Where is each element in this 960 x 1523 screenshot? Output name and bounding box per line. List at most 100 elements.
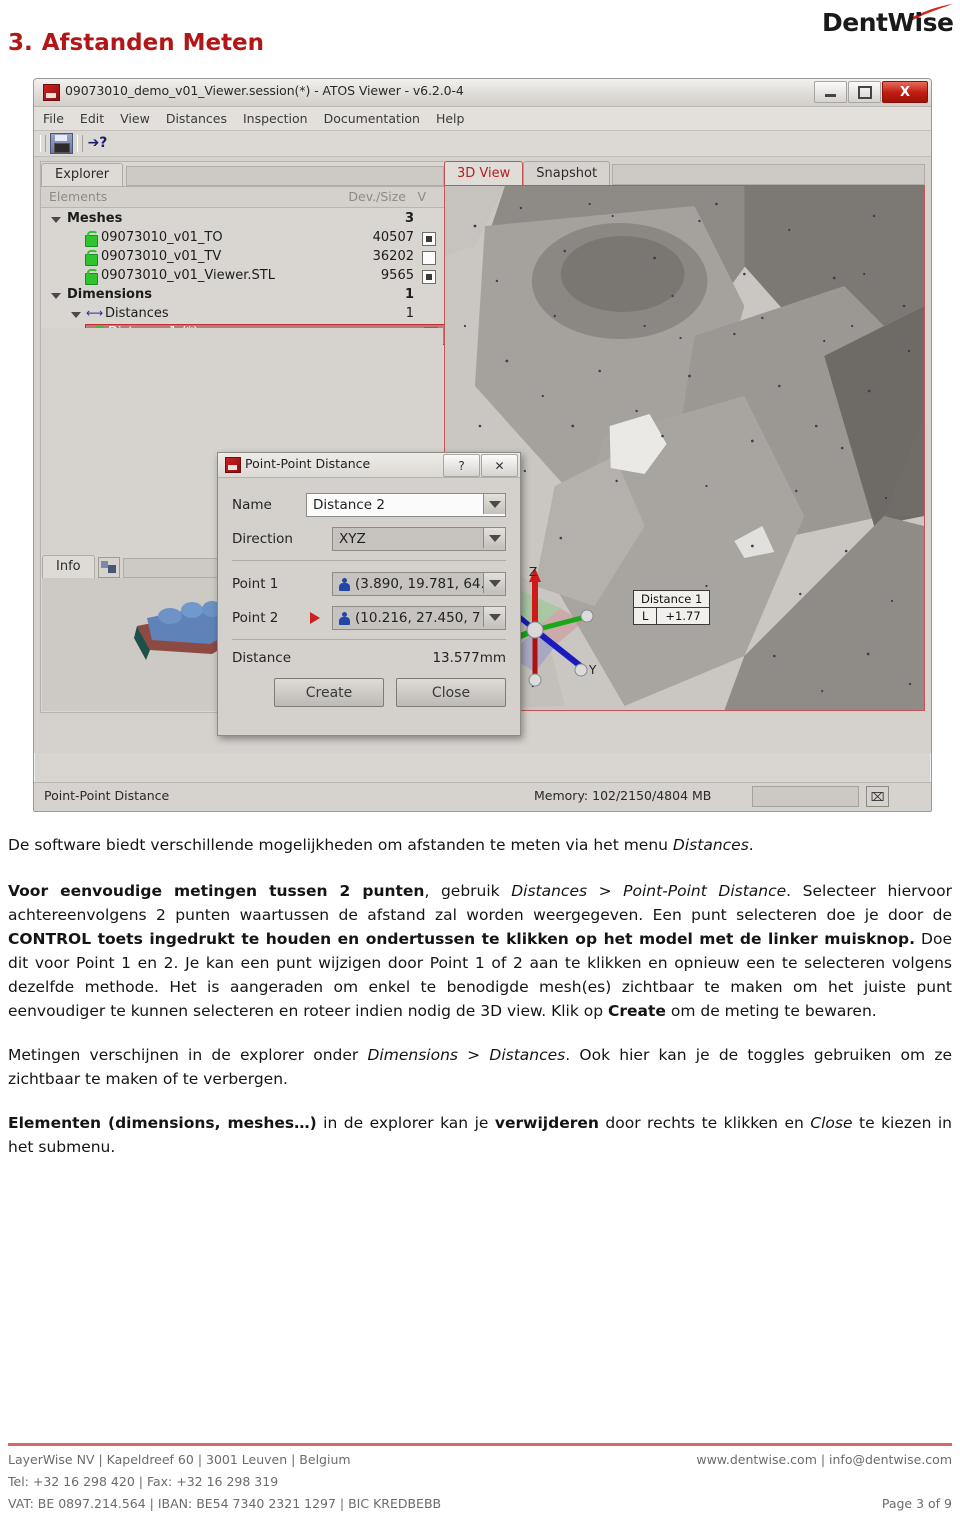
chevron-down-icon[interactable] [483, 528, 505, 548]
tree-row-mesh-stl[interactable]: 09073010_v01_Viewer.STL 9565 [41, 267, 444, 286]
menu-item-edit[interactable]: Edit [80, 111, 104, 126]
visibility-toggle[interactable] [422, 251, 436, 265]
menu-item-distances[interactable]: Distances [166, 111, 227, 126]
lock-open-icon[interactable] [85, 269, 98, 285]
window-controls: X [814, 81, 928, 103]
section-title: Afstanden Meten [41, 30, 265, 56]
maximize-button[interactable] [848, 81, 881, 103]
tree-value: 9565 [380, 268, 414, 283]
dialog-title: Point-Point Distance [245, 456, 371, 471]
tree-label: 09073010_v01_TO [101, 230, 223, 245]
chevron-down-icon[interactable] [71, 312, 81, 318]
menu-item-documentation[interactable]: Documentation [324, 111, 420, 126]
menu-item-file[interactable]: File [43, 111, 64, 126]
tree-value: 36202 [372, 249, 414, 264]
layout-icon[interactable] [97, 557, 120, 578]
close-button[interactable]: X [882, 81, 928, 103]
field-label-name: Name [232, 497, 272, 513]
chevron-down-icon[interactable] [483, 573, 505, 593]
explorer-column-header: Elements Dev./Size V [41, 187, 444, 208]
tab-3d-view[interactable]: 3D View [444, 161, 524, 185]
tree-value: 3 [404, 211, 414, 226]
menu-item-view[interactable]: View [120, 111, 150, 126]
stop-icon[interactable]: ⌧ [866, 786, 889, 807]
field-label-point1: Point 1 [232, 576, 279, 592]
annotation-name: Distance 1 [634, 591, 710, 608]
tab-snapshot[interactable]: Snapshot [523, 161, 611, 185]
toolbar-grip-2 [77, 135, 83, 152]
distance-readout-value: 13.577mm [432, 650, 506, 666]
point1-value: (3.890, 19.781, 64. [355, 576, 485, 592]
direction-value: XYZ [339, 531, 366, 547]
dialog-body: Name Distance 2 Direction XYZ Point 1 (3… [218, 478, 520, 707]
point2-value: (10.216, 27.450, 7 [355, 610, 481, 626]
tree-row-distances[interactable]: ⟷ Distances 1 [41, 305, 444, 324]
menu-item-help[interactable]: Help [436, 111, 465, 126]
chevron-down-icon[interactable] [51, 217, 61, 223]
dialog-close-button[interactable]: ✕ [481, 454, 518, 477]
atos-viewer-window: 09073010_demo_v01_Viewer.session(*) - AT… [33, 78, 932, 812]
view-tab-filler [612, 164, 925, 185]
point-picker-icon [339, 611, 350, 625]
point-point-distance-dialog: Point-Point Distance ? ✕ Name Distance 2 [217, 452, 521, 736]
minimize-button[interactable] [814, 81, 847, 103]
paragraph-3: Metingen verschijnen in de explorer onde… [8, 1046, 953, 1089]
tree-row-dimensions[interactable]: Dimensions 1 [41, 286, 444, 305]
field-point1-row: Point 1 (3.890, 19.781, 64. [232, 571, 506, 597]
tab-info[interactable]: Info [42, 555, 95, 578]
toolbar-grip [40, 135, 46, 152]
direction-combo[interactable]: XYZ [332, 527, 506, 551]
dialog-divider-2 [232, 639, 506, 640]
dialog-help-button[interactable]: ? [443, 454, 480, 477]
tree-row-meshes[interactable]: Meshes 3 [41, 210, 444, 229]
chevron-down-icon[interactable] [51, 293, 61, 299]
footer-web[interactable]: www.dentwise.com | info@dentwise.com [696, 1452, 952, 1467]
lock-open-icon[interactable] [85, 231, 98, 247]
footer-phone: Tel: +32 16 298 420 | Fax: +32 16 298 31… [8, 1474, 279, 1489]
tree-label: Meshes [67, 211, 123, 226]
field-point2-row: Point 2 (10.216, 27.450, 7 [232, 605, 506, 631]
section-number: 3. [8, 30, 33, 56]
visibility-toggle[interactable] [422, 270, 436, 284]
distance-arrow-icon: ⟷ [86, 306, 104, 320]
field-direction-row: Direction XYZ [232, 526, 506, 552]
column-devsize: Dev./Size [348, 189, 406, 204]
footer-page: Page 3 of 9 [881, 1496, 952, 1511]
statusbar: Point-Point Distance Memory: 102/2150/48… [34, 782, 931, 811]
close-button[interactable]: Close [396, 678, 506, 707]
help-pointer-icon[interactable]: ➔? [87, 134, 108, 153]
tab-explorer[interactable]: Explorer [41, 163, 124, 186]
name-combo[interactable]: Distance 2 [306, 493, 506, 517]
chevron-down-icon[interactable] [483, 494, 505, 514]
visibility-toggle[interactable] [422, 232, 436, 246]
tree-label: Distances [105, 306, 169, 321]
point2-combo[interactable]: (10.216, 27.450, 7 [332, 606, 506, 630]
menubar: File Edit View Distances Inspection Docu… [34, 107, 931, 131]
paragraph-2: Voor eenvoudige metingen tussen 2 punten… [8, 882, 952, 1021]
tree-row-mesh-tv[interactable]: 09073010_v01_TV 36202 [41, 248, 444, 267]
tree-value: 1 [404, 287, 414, 302]
tree-row-mesh-to[interactable]: 09073010_v01_TO 40507 [41, 229, 444, 248]
point1-combo[interactable]: (3.890, 19.781, 64. [332, 572, 506, 596]
tree-value: 1 [405, 306, 414, 321]
annotation-axis: L [634, 608, 658, 624]
save-icon[interactable] [50, 133, 73, 154]
explorer-tabrow: Explorer [41, 162, 444, 187]
axis-label-y: Y [588, 663, 597, 677]
dialog-divider-1 [232, 560, 506, 561]
tree-label: 09073010_v01_TV [101, 249, 222, 264]
tree-label: Dimensions [67, 287, 152, 302]
field-label-direction: Direction [232, 531, 293, 547]
chevron-down-icon[interactable] [483, 607, 505, 627]
annotation-value: +1.77 [665, 609, 701, 623]
footer-address: LayerWise NV | Kapeldreef 60 | 3001 Leuv… [8, 1452, 351, 1467]
status-message: Point-Point Distance [44, 788, 170, 803]
menu-item-inspection[interactable]: Inspection [243, 111, 308, 126]
explorer-tree: Meshes 3 09073010_v01_TO 40507 09073010_… [41, 208, 445, 345]
lock-open-icon[interactable] [85, 250, 98, 266]
footer: LayerWise NV | Kapeldreef 60 | 3001 Leuv… [8, 1452, 952, 1518]
status-memory: Memory: 102/2150/4804 MB [534, 788, 712, 803]
field-label-point2: Point 2 [232, 610, 279, 626]
create-button[interactable]: Create [274, 678, 384, 707]
tree-label: 09073010_v01_Viewer.STL [101, 268, 275, 283]
